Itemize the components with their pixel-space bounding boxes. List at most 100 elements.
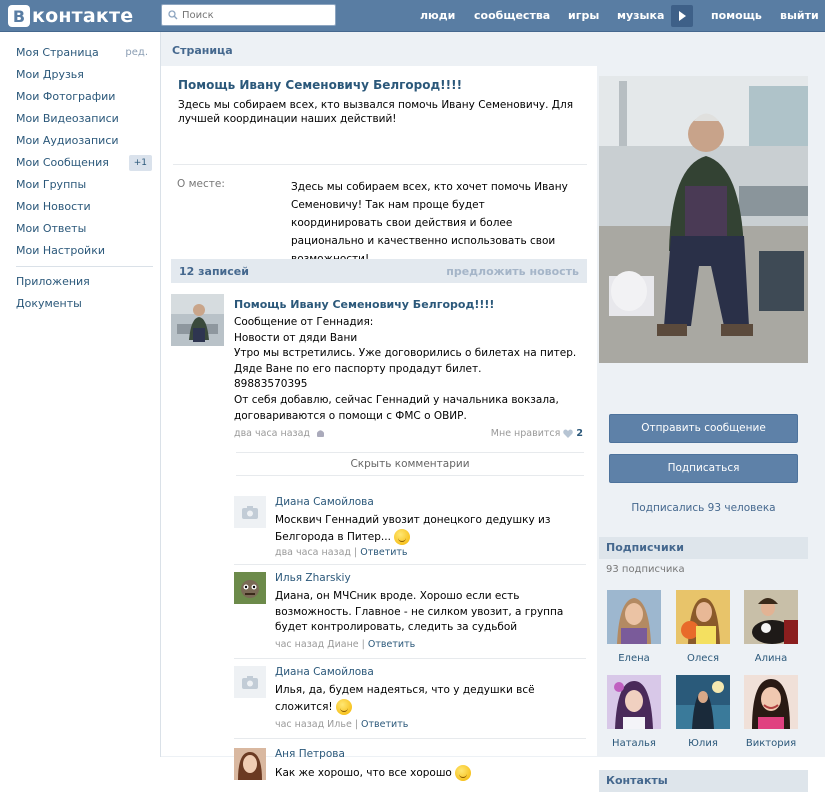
hide-comments-button[interactable]: Скрыть комментарии — [236, 452, 584, 476]
subscriber-item[interactable]: Алина — [741, 590, 801, 664]
search-input[interactable] — [182, 9, 332, 21]
comment-text: Илья, да, будем надеяться, что у дедушки… — [275, 683, 585, 715]
post-author-name[interactable]: Помощь Ивану Семеновичу Белгород!!!! — [234, 298, 494, 311]
info-value: Здесь мы собираем всех, кто хочет помочь… — [291, 181, 568, 265]
subscriber-photo — [607, 590, 661, 644]
comment-author[interactable]: Диана Самойлова — [275, 666, 374, 678]
divider — [173, 164, 587, 165]
wall-header: 12 записей предложить новость — [171, 259, 587, 283]
camera-icon — [242, 505, 258, 519]
emoji-icon — [455, 765, 472, 781]
logo-letter: B — [8, 5, 30, 27]
subscriber-photo — [676, 675, 730, 729]
post-timestamp: два часа назад — [234, 428, 325, 439]
info-label: О месте: — [177, 178, 225, 190]
reply-link[interactable]: Ответить — [361, 719, 408, 730]
reply-link[interactable]: Ответить — [368, 639, 415, 650]
nav-my-answers[interactable]: Мои Ответы — [16, 220, 156, 242]
nav-my-page[interactable]: Моя Страница ред. — [16, 44, 156, 66]
nav-my-groups[interactable]: Мои Группы — [16, 176, 156, 198]
divider — [234, 564, 586, 565]
nav-help[interactable]: помощь — [711, 9, 762, 22]
left-navigation: Моя Страница ред. Мои Друзья Мои Фотограф… — [16, 44, 156, 317]
nav-logout[interactable]: выйти — [780, 9, 819, 22]
comment-avatar[interactable] — [234, 572, 266, 604]
nav-my-messages[interactable]: Мои Сообщения +1 — [16, 154, 156, 176]
emoji-icon — [394, 528, 411, 545]
subscribe-button[interactable]: Подписаться — [609, 454, 798, 483]
comment-author[interactable]: Аня Петрова — [275, 748, 345, 760]
post-time[interactable]: два часа назад — [234, 428, 310, 439]
subscriber-photo — [744, 590, 798, 644]
play-icon — [679, 11, 686, 21]
comment-time[interactable]: час назад Илье — [275, 719, 352, 730]
contacts-header[interactable]: Контакты — [599, 770, 808, 792]
subscriber-item[interactable]: Виктория — [741, 675, 801, 749]
subscriber-photo — [607, 675, 661, 729]
comment-text-content: Как же хорошо, что все хорошо — [275, 767, 456, 779]
send-message-button[interactable]: Отправить сообщение — [609, 414, 798, 443]
comment-text: Как же хорошо, что все хорошо — [275, 765, 585, 782]
group-content: Помощь Ивану Семеновичу Белгород!!!! Зде… — [161, 66, 597, 781]
subscriber-name: Юлия — [688, 738, 718, 749]
comment-meta: два часа назад | Ответить — [275, 547, 408, 558]
vk-logo[interactable]: B контакте — [8, 3, 133, 29]
comment-text: Диана, он МЧСник вроде. Хорошо если есть… — [275, 590, 564, 633]
subscriber-item[interactable]: Елена — [604, 590, 664, 664]
nav-games[interactable]: игры — [568, 9, 599, 22]
music-play-button[interactable] — [671, 5, 693, 27]
group-description: Здесь мы собираем всех, кто вызвался пом… — [178, 99, 574, 125]
subscriber-item[interactable]: Юлия — [673, 675, 733, 749]
comment-author[interactable]: Илья Zharskiy — [275, 572, 351, 584]
subscriber-name: Виктория — [745, 738, 797, 749]
comment-author[interactable]: Диана Самойлова — [275, 496, 374, 508]
nav-my-friends[interactable]: Мои Друзья — [16, 66, 156, 88]
wall-post-count[interactable]: 12 записей — [179, 265, 249, 278]
breadcrumb: Страница — [172, 44, 233, 57]
search-icon — [168, 10, 178, 20]
subscriber-name: Олеся — [687, 653, 719, 664]
subscribers-count: 93 подписчика — [606, 564, 685, 575]
emoji-icon — [335, 698, 352, 715]
post-text: Сообщение от Геннадия: Новости от дяди В… — [234, 316, 577, 422]
like-label: Мне нравится — [490, 428, 561, 439]
subscriber-name: Алина — [754, 653, 788, 664]
group-photo[interactable] — [599, 76, 808, 363]
subscriber-photo — [676, 590, 730, 644]
comment-text-content: Илья, да, будем надеяться, что у дедушки… — [275, 684, 535, 713]
nav-my-settings[interactable]: Мои Настройки — [16, 242, 156, 264]
nav-music[interactable]: музыка — [617, 9, 664, 22]
subscriber-item[interactable]: Олеся — [673, 590, 733, 664]
suggest-news-link[interactable]: предложить новость — [446, 265, 579, 278]
reply-link[interactable]: Ответить — [360, 547, 407, 558]
subscribers-header[interactable]: Подписчики — [599, 537, 808, 559]
divider — [234, 738, 586, 739]
like-button[interactable]: Мне нравится 2 — [491, 428, 583, 439]
group-title: Помощь Ивану Семеновичу Белгород!!!! — [178, 78, 463, 92]
search-box[interactable] — [161, 4, 336, 26]
nav-label: Моя Страница — [16, 46, 99, 59]
top-header: B контакте люди сообщества игры музыка п… — [0, 0, 825, 32]
nav-documents[interactable]: Документы — [16, 295, 156, 317]
subscriber-item[interactable]: Наталья — [604, 675, 664, 749]
nav-label: Мои Сообщения — [16, 156, 109, 169]
nav-communities[interactable]: сообщества — [474, 9, 550, 22]
nav-my-news[interactable]: Мои Новости — [16, 198, 156, 220]
nav-divider — [16, 266, 153, 267]
android-icon — [317, 429, 325, 437]
subscriber-name: Наталья — [612, 738, 656, 749]
nav-apps[interactable]: Приложения — [16, 273, 156, 295]
nav-my-videos[interactable]: Мои Видеозаписи — [16, 110, 156, 132]
group-sidebar: Отправить сообщение Подписаться Подписал… — [597, 66, 825, 792]
comment-time[interactable]: час назад Диане — [275, 639, 359, 650]
comment-time[interactable]: два часа назад — [275, 547, 351, 558]
nav-people[interactable]: люди — [420, 9, 455, 22]
comment-avatar[interactable] — [234, 666, 266, 698]
comment-avatar[interactable] — [234, 496, 266, 528]
nav-my-photos[interactable]: Мои Фотографии — [16, 88, 156, 110]
subscribed-count-link[interactable]: Подписались 93 человека — [597, 502, 810, 514]
edit-link[interactable]: ред. — [125, 44, 148, 62]
nav-my-audio[interactable]: Мои Аудиозаписи — [16, 132, 156, 154]
post-author-avatar[interactable] — [171, 294, 224, 346]
comment-avatar[interactable] — [234, 748, 266, 780]
